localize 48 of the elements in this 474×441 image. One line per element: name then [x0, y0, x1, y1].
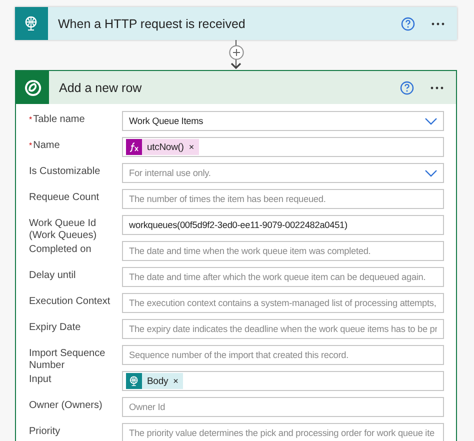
globe-icon: [128, 376, 140, 386]
connector-arrow: [228, 40, 244, 70]
more-options-icon[interactable]: [430, 86, 444, 90]
field-label: Expiry Date: [28, 321, 82, 334]
field-label: *Table name: [28, 113, 86, 126]
field-label: Execution Context: [28, 295, 112, 308]
function-icon: [129, 142, 139, 152]
token-chip[interactable]: utcNow() ×: [126, 139, 199, 155]
input-field[interactable]: workqueues(00f5d9f2-3ed0-ee11-9079-0022482a0451): [122, 215, 444, 235]
help-icon[interactable]: [401, 16, 415, 30]
input-field[interactable]: The date and time when the work queue item was completed.: [122, 241, 444, 261]
field-label: Import Sequence Number: [28, 347, 106, 371]
token-label: Body: [147, 376, 168, 386]
field-label: Delay until: [28, 269, 77, 282]
required-mark: *: [29, 115, 32, 124]
trigger-title: When a HTTP request is received: [57, 16, 246, 30]
field-label: Owner (Owners): [28, 399, 104, 412]
chevron-down-icon: [425, 170, 437, 176]
help-icon[interactable]: [400, 80, 414, 94]
field-label: Priority: [28, 425, 62, 438]
chevron-down-icon: [425, 118, 437, 124]
field-label: Is Customizable: [28, 165, 102, 178]
input-field[interactable]: The date and time after which the work queue item can be dequeued again.: [122, 267, 444, 287]
field-label: *Name: [28, 139, 61, 152]
token-field[interactable]: Body ×: [122, 371, 444, 391]
input-field[interactable]: The priority value determines the pick and processing order for work queue ite: [122, 423, 444, 441]
token-label: utcNow(): [147, 142, 184, 152]
field-label: Input: [28, 373, 52, 386]
field-label: Requeue Count: [28, 191, 100, 204]
add-step-icon[interactable]: [229, 45, 244, 60]
trigger-card[interactable]: When a HTTP request is received: [15, 7, 457, 40]
input-field[interactable]: The number of times the item has been requeued.: [122, 189, 444, 209]
field-label: Work Queue Id (Work Queues): [28, 217, 98, 241]
globe-icon: [24, 16, 40, 32]
action-title: Add a new row: [58, 80, 143, 94]
field-label: Completed on: [28, 243, 92, 256]
remove-token-button[interactable]: ×: [173, 376, 178, 386]
token-field[interactable]: utcNow() ×: [122, 137, 444, 157]
token-chip[interactable]: Body ×: [126, 373, 184, 389]
action-header[interactable]: Add a new row: [16, 71, 456, 104]
required-mark: *: [29, 141, 32, 150]
input-field[interactable]: The execution context contains a system-managed list of processing attempts,: [122, 293, 444, 313]
input-field[interactable]: Sequence number of the import that created this record.: [122, 345, 444, 365]
remove-token-button[interactable]: ×: [188, 142, 194, 152]
dropdown-field[interactable]: Work Queue Items: [122, 111, 444, 131]
more-options-icon[interactable]: [431, 22, 445, 26]
input-field[interactable]: Owner Id: [122, 397, 444, 417]
dropdown-field[interactable]: For internal use only.: [122, 163, 444, 183]
